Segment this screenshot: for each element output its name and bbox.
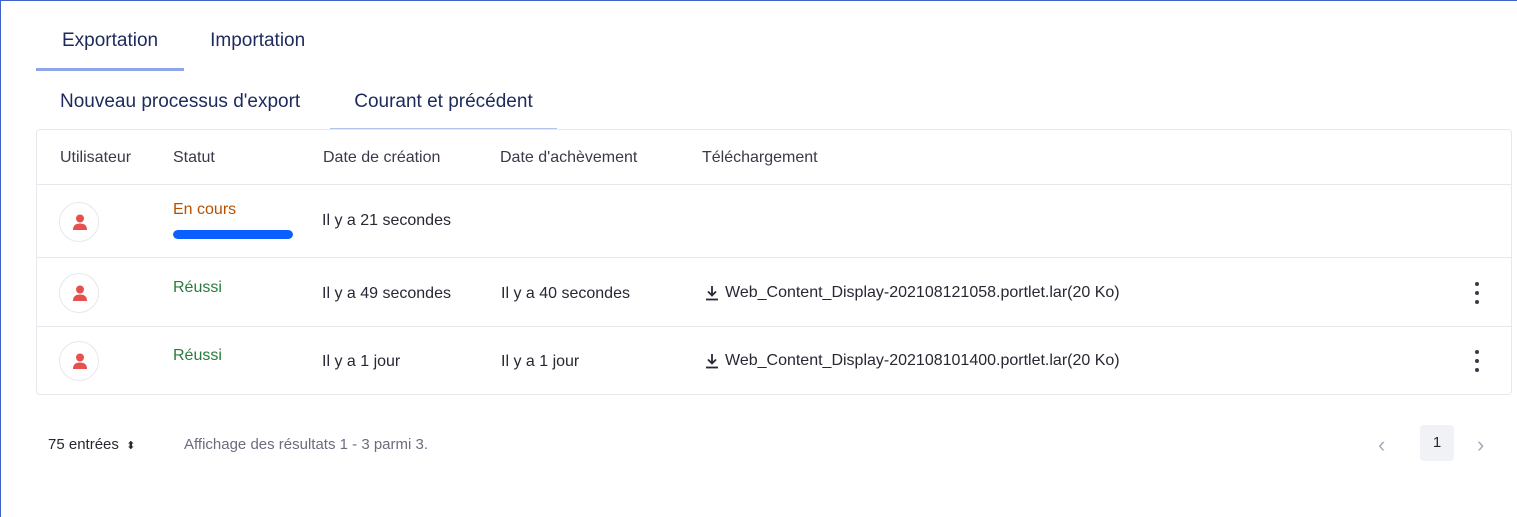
download-file-name[interactable]: Web_Content_Display-202108121058.portlet… xyxy=(725,284,1120,302)
status-label: En cours xyxy=(173,201,237,218)
table-header: Utilisateur Statut Date de création Date… xyxy=(37,130,1511,185)
status-label: Réussi xyxy=(173,347,222,364)
avatar xyxy=(59,202,99,242)
tab-new-export-process[interactable]: Nouveau processus d'export xyxy=(36,80,324,130)
download-file-name[interactable]: Web_Content_Display-202108101400.portlet… xyxy=(725,352,1120,370)
column-header-user: Utilisateur xyxy=(60,149,132,166)
caret-double-icon: ⬍ xyxy=(126,440,136,452)
pagination-bar: 75 entrées ⬍ Affichage des résultats 1 -… xyxy=(48,425,1498,461)
page-number-button[interactable]: 1 xyxy=(1420,425,1454,461)
row-actions-button[interactable] xyxy=(1469,348,1485,374)
column-header-download: Téléchargement xyxy=(702,149,818,166)
table-row: En cours Il y a 21 secondes xyxy=(37,185,1511,258)
pagination-results: Affichage des résultats 1 - 3 parmi 3. xyxy=(184,436,429,453)
download-link[interactable]: Web_Content_Display-202108101400.portlet… xyxy=(705,352,1120,370)
download-icon xyxy=(706,286,718,301)
download-link[interactable]: Web_Content_Display-202108121058.portlet… xyxy=(705,284,1120,302)
tab-exportation[interactable]: Exportation xyxy=(36,0,185,71)
user-icon xyxy=(73,353,87,369)
export-import-tabs: Exportation Importation xyxy=(36,0,331,71)
row-actions-button[interactable] xyxy=(1469,280,1485,306)
create-date: Il y a 49 secondes xyxy=(322,285,451,302)
progress-bar-fill xyxy=(173,230,293,239)
tab-importation[interactable]: Importation xyxy=(184,0,331,71)
user-icon xyxy=(73,285,87,301)
completion-date: Il y a 1 jour xyxy=(501,353,580,370)
table-row: Réussi Il y a 49 secondes Il y a 40 seco… xyxy=(37,258,1511,327)
export-process-tabs: Nouveau processus d'export Courant et pr… xyxy=(36,80,557,130)
tab-current-and-previous[interactable]: Courant et précédent xyxy=(330,80,557,130)
status-label: Réussi xyxy=(173,279,222,296)
create-date: Il y a 21 secondes xyxy=(322,212,451,229)
column-header-completion-date: Date d'achèvement xyxy=(500,149,638,166)
column-header-status: Statut xyxy=(173,149,215,166)
table-row: Réussi Il y a 1 jour Il y a 1 jour Web_C… xyxy=(37,327,1511,396)
items-per-page-dropdown[interactable]: 75 entrées ⬍ xyxy=(48,436,135,453)
column-header-create-date: Date de création xyxy=(323,149,441,166)
export-processes-table: Utilisateur Statut Date de création Date… xyxy=(36,129,1512,395)
chevron-right-icon[interactable]: › xyxy=(1477,432,1484,458)
avatar xyxy=(59,273,99,313)
items-per-page-label[interactable]: 75 entrées xyxy=(48,436,119,453)
completion-date: Il y a 40 secondes xyxy=(501,285,630,302)
chevron-left-icon[interactable]: ‹ xyxy=(1378,432,1385,458)
user-icon xyxy=(73,214,87,230)
create-date: Il y a 1 jour xyxy=(322,353,401,370)
avatar xyxy=(59,341,99,381)
progress-bar xyxy=(173,230,293,239)
download-icon xyxy=(706,354,718,369)
